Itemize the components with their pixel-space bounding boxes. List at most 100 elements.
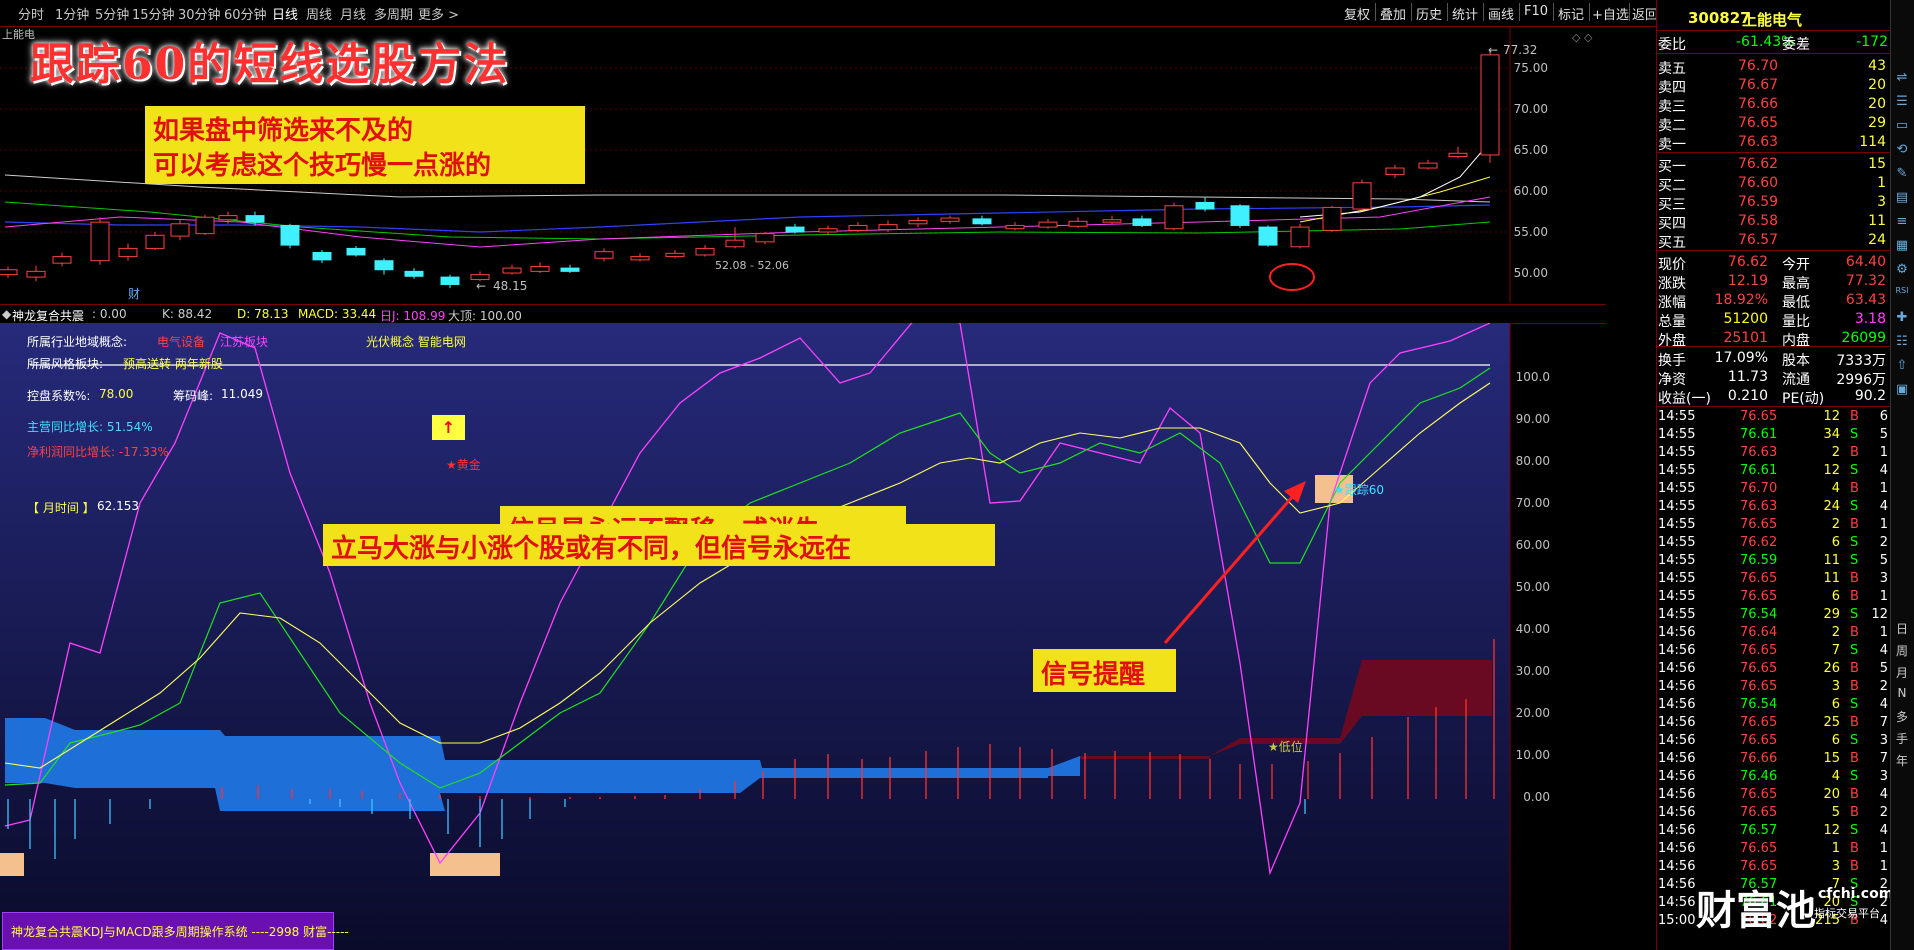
tick-time: 14:56 <box>1658 895 1696 910</box>
swap-icon[interactable]: ⇌ <box>1893 70 1911 88</box>
side-period-label[interactable]: 年 <box>1894 752 1910 769</box>
order-volume: 20 <box>1868 96 1886 112</box>
tick-time: 14:56 <box>1658 679 1696 694</box>
quote-stat-row: 涨幅 18.92% 最低 63.43 <box>1656 290 1890 311</box>
tab-daily[interactable]: 日线 <box>272 4 298 23</box>
y-tick: 65.00 <box>1514 143 1548 157</box>
tab-60min[interactable]: 60分钟 <box>224 4 267 23</box>
tick-count: 4 <box>1879 643 1888 658</box>
tick-side: B <box>1850 445 1859 460</box>
order-book-row[interactable]: 卖二 76.65 29 <box>1656 113 1890 134</box>
order-book-row[interactable]: 卖三 76.66 20 <box>1656 94 1890 115</box>
pencil-icon[interactable]: ✎ <box>1893 166 1911 184</box>
footer-banner: 神龙复合共震KDJ与MACD跟多周期操作系统 ----2998 财富----- <box>2 912 349 950</box>
tick-count: 6 <box>1879 409 1888 424</box>
layout-icon[interactable]: ☷ <box>1893 334 1911 352</box>
quote-stat-row: 现价 76.62 今开 64.40 <box>1656 252 1890 273</box>
indicator-name[interactable]: 神龙复合共震 <box>12 307 84 324</box>
tick-time: 14:55 <box>1658 553 1696 568</box>
tab-multi-period[interactable]: 多周期 <box>374 4 413 23</box>
tick-row: 14:56 76.65 3 B 2 <box>1656 678 1890 696</box>
note-line-2: 可以考虑这个技巧慢一点涨的 <box>153 151 492 181</box>
mark-button[interactable]: 标记 <box>1558 4 1584 23</box>
side-period-label[interactable]: N <box>1894 686 1910 700</box>
tab-weekly[interactable]: 周线 <box>306 4 332 23</box>
tick-time: 14:56 <box>1658 751 1696 766</box>
tick-row: 14:55 76.61 34 S 5 <box>1656 426 1890 444</box>
signal-remind-text: 信号提醒 <box>1041 660 1146 690</box>
tick-price: 76.65 <box>1740 661 1778 676</box>
tick-count: 5 <box>1879 427 1888 442</box>
tick-price: 76.65 <box>1740 787 1778 802</box>
tick-volume: 29 <box>1823 607 1840 622</box>
y-tick: 70.00 <box>1514 102 1548 116</box>
order-book-row[interactable]: 买二 76.60 1 <box>1656 173 1890 194</box>
tick-side: B <box>1850 859 1859 874</box>
order-book-row[interactable]: 卖一 76.63 114 <box>1656 132 1890 153</box>
tick-time: 14:55 <box>1658 463 1696 478</box>
tick-count: 1 <box>1879 589 1888 604</box>
tick-volume: 6 <box>1831 697 1840 712</box>
order-volume: 29 <box>1868 115 1886 131</box>
tick-row: 14:56 76.65 26 B 5 <box>1656 660 1890 678</box>
order-book-row[interactable]: 买四 76.58 11 <box>1656 211 1890 232</box>
tick-price: 76.61 <box>1740 427 1778 442</box>
side-period-label[interactable]: 日 <box>1894 620 1910 637</box>
order-book-row[interactable]: 卖五 76.70 43 <box>1656 56 1890 77</box>
candle <box>1480 48 1500 163</box>
draw-line-button[interactable]: 画线 <box>1488 4 1514 23</box>
tab-1min[interactable]: 1分钟 <box>55 4 89 23</box>
profit-growth: 净利润同比增长: -17.33% <box>27 445 169 459</box>
order-book-row[interactable]: 买三 76.59 3 <box>1656 192 1890 213</box>
move-icon[interactable]: ✚ <box>1893 310 1911 328</box>
gear-icon[interactable]: ⚙ <box>1893 262 1911 280</box>
box-icon[interactable]: ▣ <box>1893 382 1911 400</box>
indicator-info-row: ◆ 神龙复合共震 : 0.00 K: 88.42 D: 78.13 MACD: … <box>0 304 1606 324</box>
tab-fenshi[interactable]: 分时 <box>18 4 44 23</box>
overlay-button[interactable]: 叠加 <box>1380 4 1406 23</box>
order-volume: 24 <box>1868 232 1886 248</box>
control-value: 78.00 <box>99 387 134 401</box>
tick-price: 76.57 <box>1740 823 1778 838</box>
side-period-label[interactable]: 月 <box>1894 664 1910 681</box>
fuquan-button[interactable]: 复权 <box>1344 4 1370 23</box>
tick-time: 14:56 <box>1658 643 1696 658</box>
side-period-label[interactable]: 手 <box>1894 730 1910 747</box>
tab-5min[interactable]: 5分钟 <box>95 4 129 23</box>
tick-count: 2 <box>1879 805 1888 820</box>
tick-side: S <box>1850 535 1859 550</box>
rsi-icon[interactable]: RSI <box>1893 286 1911 304</box>
f10-button[interactable]: F10 <box>1524 4 1548 19</box>
window-icon[interactable]: ▭ <box>1893 118 1911 136</box>
indicator-k: K: 88.42 <box>162 307 213 321</box>
signal-remind-box: 信号提醒 <box>1033 649 1176 692</box>
order-book-row[interactable]: 买五 76.57 24 <box>1656 230 1890 251</box>
history-button[interactable]: 历史 <box>1416 4 1442 23</box>
tick-side: S <box>1850 499 1859 514</box>
menu-icon[interactable]: ≡ <box>1893 214 1911 232</box>
add-watchlist-button[interactable]: +自选 <box>1592 4 1629 23</box>
tab-monthly[interactable]: 月线 <box>340 4 366 23</box>
industry-value-1: 电气设备 <box>157 335 206 349</box>
order-book-row[interactable]: 卖四 76.67 20 <box>1656 75 1890 96</box>
refresh-icon[interactable]: ⟲ <box>1893 142 1911 160</box>
tick-row: 14:56 76.65 5 B 2 <box>1656 804 1890 822</box>
tab-15min[interactable]: 15分钟 <box>132 4 175 23</box>
tick-count: 5 <box>1879 553 1888 568</box>
grid-icon[interactable]: ▦ <box>1893 238 1911 256</box>
indicator-chart[interactable]: 100.0 90.00 80.00 70.00 60.00 50.00 40.0… <box>0 323 1606 950</box>
list-icon[interactable]: ☰ <box>1893 94 1911 112</box>
stats-button[interactable]: 统计 <box>1452 4 1478 23</box>
tab-more[interactable]: 更多 > <box>418 4 459 23</box>
tick-volume: 12 <box>1823 823 1840 838</box>
table-icon[interactable]: ▤ <box>1893 190 1911 208</box>
up-icon[interactable]: ⇧ <box>1893 358 1911 376</box>
tab-30min[interactable]: 30分钟 <box>178 4 221 23</box>
y-tick: 0.00 <box>1523 790 1550 804</box>
back-button[interactable]: 返回 <box>1632 4 1658 23</box>
tick-volume: 2 <box>1831 625 1840 640</box>
side-period-label[interactable]: 周 <box>1894 642 1910 659</box>
order-book-row[interactable]: 买一 76.62 15 <box>1656 154 1890 175</box>
tick-count: 4 <box>1879 787 1888 802</box>
side-period-label[interactable]: 多 <box>1894 708 1910 725</box>
